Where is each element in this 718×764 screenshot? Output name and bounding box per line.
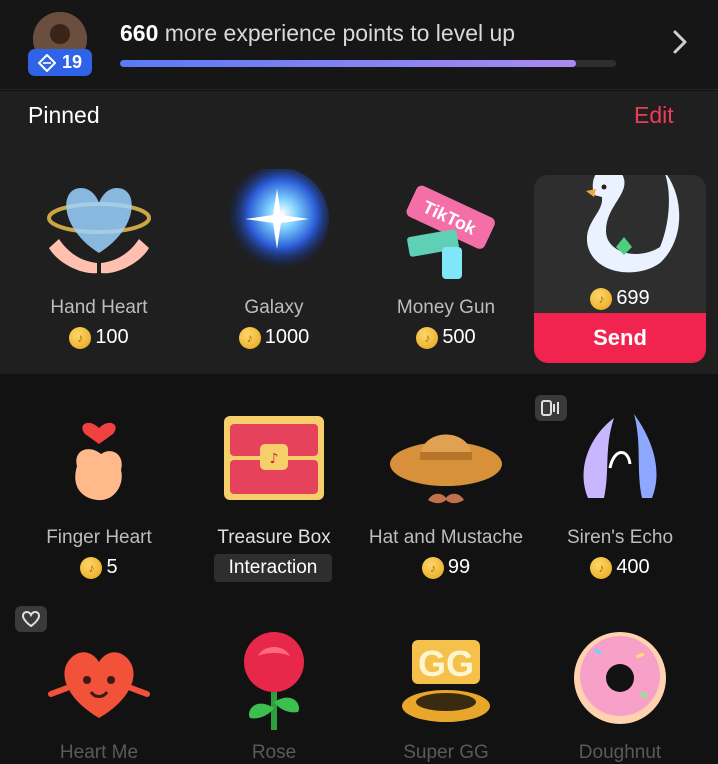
gift-price-value: 699 bbox=[616, 287, 650, 309]
gift-hand-heart[interactable]: Hand Heart 100 bbox=[13, 91, 185, 361]
coin-icon bbox=[80, 556, 103, 579]
gift-finger-heart[interactable]: Finger Heart 5 bbox=[13, 390, 185, 590]
rose-icon bbox=[244, 632, 304, 730]
xp-progress-fill bbox=[120, 60, 577, 67]
gift-galaxy[interactable]: Galaxy 1000 bbox=[188, 91, 360, 361]
coin-icon bbox=[421, 556, 444, 579]
interaction-tag: Interaction bbox=[214, 554, 332, 582]
gift-price: 699 bbox=[534, 287, 706, 310]
gift-name: Hat and Mustache bbox=[368, 527, 524, 548]
gift-name: Galaxy bbox=[244, 297, 304, 318]
gift-price-value: 99 bbox=[447, 556, 471, 578]
gift-price: 100 bbox=[13, 326, 185, 349]
gift-price: 500 bbox=[360, 326, 532, 349]
xp-message: 660 more experience points to level up bbox=[120, 20, 515, 47]
gift-heart-me[interactable]: Heart Me bbox=[13, 620, 185, 764]
gift-name: Siren's Echo bbox=[566, 527, 674, 548]
gift-doughnut[interactable]: Doughnut bbox=[534, 620, 706, 764]
gift-price-value: 400 bbox=[616, 556, 650, 578]
gift-name: Money Gun bbox=[396, 297, 496, 318]
gift-name: Treasure Box bbox=[217, 527, 331, 548]
gift-price: 400 bbox=[534, 556, 706, 579]
pinned-section: Pinned Edit Hand Heart 100 bbox=[0, 91, 718, 374]
super-gg-icon: GG bbox=[402, 640, 490, 722]
gift-money-gun[interactable]: TikTok Money Gun 500 bbox=[360, 91, 532, 361]
treasure-box-icon: ♪ bbox=[224, 416, 324, 500]
diamond-icon bbox=[37, 53, 56, 72]
coin-icon bbox=[590, 287, 613, 310]
coin-icon bbox=[69, 326, 92, 349]
money-gun-icon: TikTok bbox=[406, 185, 495, 279]
gift-name: Hand Heart bbox=[50, 297, 148, 318]
gift-price: 99 bbox=[360, 556, 532, 579]
xp-amount: 660 bbox=[120, 20, 159, 46]
gift-name: Finger Heart bbox=[46, 527, 152, 548]
gift-rose[interactable]: Rose bbox=[188, 620, 360, 764]
galaxy-icon bbox=[225, 169, 329, 271]
doughnut-icon bbox=[574, 632, 666, 724]
gift-name: Doughnut bbox=[578, 742, 662, 763]
gift-name: Rose bbox=[251, 742, 297, 763]
edit-button[interactable]: Edit bbox=[634, 102, 674, 129]
coin-icon bbox=[416, 326, 439, 349]
gift-swan-selected[interactable]: 699 Send bbox=[534, 175, 706, 363]
gift-price-value: 500 bbox=[442, 326, 476, 348]
chevron-right-icon[interactable] bbox=[666, 28, 694, 56]
level-badge: 19 bbox=[28, 49, 92, 76]
hand-heart-icon bbox=[47, 188, 151, 274]
gift-price: 1000 bbox=[188, 326, 360, 349]
xp-label: more experience points to level up bbox=[164, 20, 516, 46]
swan-icon bbox=[586, 175, 680, 273]
finger-heart-icon bbox=[75, 422, 122, 501]
gift-price: 5 bbox=[13, 556, 185, 579]
gift-super-gg[interactable]: GG Super GG bbox=[360, 620, 532, 764]
gift-name: Heart Me bbox=[59, 742, 139, 763]
hat-mustache-icon bbox=[390, 434, 502, 504]
gift-price-value: 100 bbox=[95, 326, 129, 348]
coin-icon bbox=[590, 556, 613, 579]
svg-text:GG: GG bbox=[418, 643, 474, 684]
level-number: 19 bbox=[61, 52, 83, 72]
svg-text:♪: ♪ bbox=[270, 451, 279, 467]
gift-price-value: 5 bbox=[106, 556, 118, 578]
heart-me-icon bbox=[48, 652, 150, 718]
coin-icon bbox=[238, 326, 261, 349]
send-button[interactable]: Send bbox=[534, 313, 706, 363]
gift-name: Super GG bbox=[403, 742, 489, 763]
gift-sirens-echo[interactable]: Siren's Echo 400 bbox=[534, 390, 706, 590]
xp-progress-bar bbox=[120, 60, 616, 67]
gift-hat-and-mustache[interactable]: Hat and Mustache 99 bbox=[360, 390, 532, 590]
level-header[interactable]: 19 660 more experience points to level u… bbox=[0, 0, 718, 90]
gift-price-value: 1000 bbox=[264, 326, 310, 348]
siren-echo-icon bbox=[583, 414, 657, 498]
